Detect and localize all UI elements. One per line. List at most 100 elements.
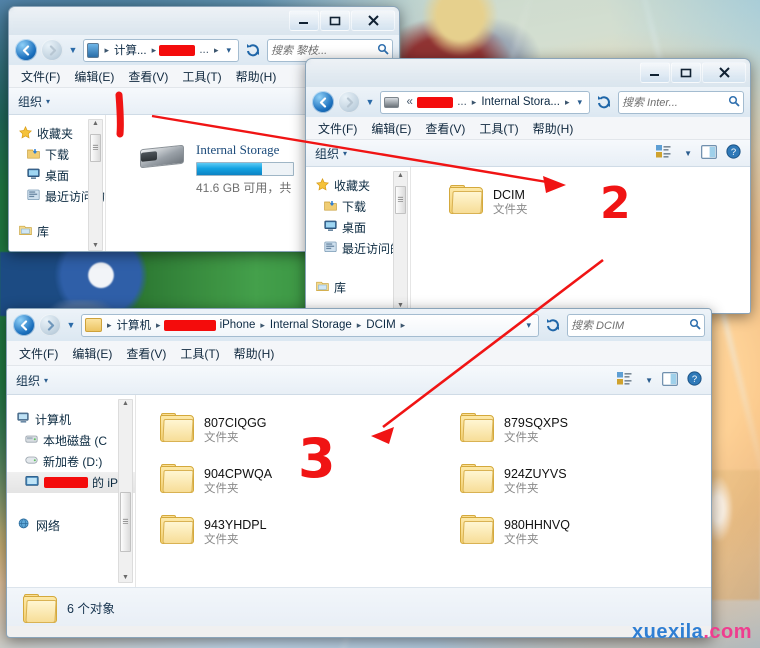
organize-button[interactable]: 组织 xyxy=(315,145,339,162)
window2-content[interactable]: DCIM 文件夹 xyxy=(411,167,750,313)
breadcrumb-computer[interactable]: 计算机 xyxy=(115,317,154,333)
menu-file[interactable]: 文件(F) xyxy=(19,345,58,362)
list-item[interactable]: 879SQXPS 文件夹 xyxy=(460,413,711,446)
back-button[interactable] xyxy=(15,39,37,61)
address-bar[interactable]: ▸ 计算... ▸ ... ▸ ▾ xyxy=(83,38,239,62)
breadcrumb-iphone[interactable]: iPhone xyxy=(218,319,258,331)
menu-help[interactable]: 帮助(H) xyxy=(234,345,275,362)
menu-tools[interactable]: 工具(T) xyxy=(182,68,221,85)
address-bar[interactable]: « ... ▸ Internal Stora... ▸ ▾ xyxy=(380,90,590,114)
scroll-up-icon[interactable]: ▲ xyxy=(92,120,99,128)
search-input[interactable]: 搜索 黎枝... xyxy=(271,42,377,58)
nav-item-iphone[interactable]: 的 iP xyxy=(7,472,135,493)
window1-titlebar[interactable] xyxy=(9,7,399,35)
search-input[interactable]: 搜索 DCIM xyxy=(571,317,689,333)
breadcrumb-overflow[interactable]: « xyxy=(404,96,414,108)
address-dropdown-icon[interactable]: ▾ xyxy=(572,97,587,108)
forward-button[interactable] xyxy=(39,314,61,336)
navigation-scrollbar[interactable]: ▲ ☰ ▼ xyxy=(118,399,133,583)
list-item[interactable]: 980HHNVQ 文件夹 xyxy=(460,515,711,548)
window3-commandbar-right[interactable]: ▼ ? xyxy=(617,371,702,389)
chevron-down-icon[interactable]: ▾ xyxy=(343,149,347,158)
back-button[interactable] xyxy=(13,314,35,336)
nav-item-local-disk-c[interactable]: 本地磁盘 (C xyxy=(7,430,135,451)
breadcrumb-internal-storage[interactable]: Internal Storage xyxy=(268,319,354,331)
scroll-down-icon[interactable]: ▼ xyxy=(92,242,99,250)
maximize-button[interactable] xyxy=(320,10,350,31)
breadcrumb-computer[interactable]: 计算... xyxy=(112,42,149,58)
help-icon[interactable]: ? xyxy=(726,144,741,162)
minimize-button[interactable] xyxy=(289,10,319,31)
maximize-button[interactable] xyxy=(671,62,701,83)
menu-edit[interactable]: 编辑(E) xyxy=(371,120,411,137)
menu-view[interactable]: 查看(V) xyxy=(126,345,166,362)
close-button[interactable] xyxy=(702,62,746,83)
back-button[interactable] xyxy=(312,91,334,113)
breadcrumb-dcim[interactable]: DCIM xyxy=(364,319,397,331)
internal-storage-window[interactable]: ▼ « ... ▸ Internal Stora... ▸ ▾ 搜索 Inter… xyxy=(305,58,751,314)
refresh-button[interactable] xyxy=(243,40,263,61)
menu-edit[interactable]: 编辑(E) xyxy=(74,68,114,85)
window3-menubar[interactable]: 文件(F) 编辑(E) 查看(V) 工具(T) 帮助(H) xyxy=(7,341,711,366)
scroll-up-icon[interactable]: ▲ xyxy=(397,172,404,180)
window2-address-row[interactable]: ▼ « ... ▸ Internal Stora... ▸ ▾ 搜索 Inter… xyxy=(306,87,750,117)
menu-help[interactable]: 帮助(H) xyxy=(533,120,574,137)
breadcrumb-device-ellipsis[interactable]: ... xyxy=(455,96,469,108)
scrollbar-thumb[interactable]: ☰ xyxy=(120,492,131,552)
breadcrumb-internal-storage[interactable]: Internal Stora... xyxy=(479,96,562,108)
search-box[interactable]: 搜索 Inter... xyxy=(618,90,744,114)
window2-commandbar-right[interactable]: ▼ ? xyxy=(656,144,741,162)
minimize-button[interactable] xyxy=(640,62,670,83)
history-dropdown-icon[interactable]: ▼ xyxy=(67,45,79,55)
views-chevron-icon[interactable]: ▼ xyxy=(684,149,692,158)
navigation-scrollbar[interactable]: ▲ ☰ ▼ xyxy=(393,171,408,311)
window3-commandbar[interactable]: 组织 ▾ ▼ ? xyxy=(7,366,711,395)
menu-tools[interactable]: 工具(T) xyxy=(479,120,518,137)
window3-content[interactable]: 807CIQGG 文件夹 879SQXPS 文件夹 904CPWQA 文件夹 9… xyxy=(136,395,711,587)
dcim-window[interactable]: ▼ ▸ 计算机 ▸ iPhone ▸ Internal Storage ▸ DC… xyxy=(6,308,712,638)
refresh-button[interactable] xyxy=(543,315,563,336)
views-icon[interactable] xyxy=(656,145,671,161)
navigation-scrollbar[interactable]: ▲ ☰ ▼ xyxy=(88,119,103,251)
list-item[interactable]: 943YHDPL 文件夹 xyxy=(160,515,460,548)
list-item[interactable]: 924ZUYVS 文件夹 xyxy=(460,464,711,497)
window3-address-row[interactable]: ▼ ▸ 计算机 ▸ iPhone ▸ Internal Storage ▸ DC… xyxy=(7,309,711,341)
window1-navigation-pane[interactable]: 收藏夹 下载 桌面 最近访问的 库 ▲ ☰ ▼ xyxy=(9,115,106,251)
refresh-button[interactable] xyxy=(594,92,614,113)
nav-item-network[interactable]: 网络 xyxy=(7,515,135,536)
preview-pane-icon[interactable] xyxy=(701,144,717,162)
window2-menubar[interactable]: 文件(F) 编辑(E) 查看(V) 工具(T) 帮助(H) xyxy=(306,117,750,140)
window2-navigation-pane[interactable]: 收藏夹 下载 桌面 最近访问的 库 ▲ ☰ ▼ xyxy=(306,167,411,313)
search-box[interactable]: 搜索 DCIM xyxy=(567,313,705,337)
scroll-down-icon[interactable]: ▼ xyxy=(122,574,129,582)
close-button[interactable] xyxy=(351,10,395,31)
scroll-up-icon[interactable]: ▲ xyxy=(122,400,129,408)
menu-view[interactable]: 查看(V) xyxy=(128,68,168,85)
menu-tools[interactable]: 工具(T) xyxy=(180,345,219,362)
chevron-down-icon[interactable]: ▾ xyxy=(44,376,48,385)
menu-file[interactable]: 文件(F) xyxy=(318,120,357,137)
window1-controls[interactable] xyxy=(289,10,395,31)
chevron-down-icon[interactable]: ▾ xyxy=(46,97,50,106)
forward-button[interactable] xyxy=(338,91,360,113)
help-icon[interactable]: ? xyxy=(687,371,702,389)
window2-titlebar[interactable] xyxy=(306,59,750,87)
organize-button[interactable]: 组织 xyxy=(16,372,40,389)
address-dropdown-icon[interactable]: ▾ xyxy=(521,320,536,331)
window2-commandbar[interactable]: 组织 ▾ ▼ ? xyxy=(306,140,750,167)
breadcrumb-device-ellipsis[interactable]: ... xyxy=(197,44,211,56)
window3-navigation-pane[interactable]: 计算机 本地磁盘 (C 新加卷 (D:) 的 iP 网络 ▲ ☰ ▼ xyxy=(7,395,136,587)
history-dropdown-icon[interactable]: ▼ xyxy=(364,97,376,107)
menu-view[interactable]: 查看(V) xyxy=(425,120,465,137)
nav-item-new-volume-d[interactable]: 新加卷 (D:) xyxy=(7,451,135,472)
search-input[interactable]: 搜索 Inter... xyxy=(622,94,728,110)
address-bar[interactable]: ▸ 计算机 ▸ iPhone ▸ Internal Storage ▸ DCIM… xyxy=(81,313,539,337)
nav-item-computer[interactable]: 计算机 xyxy=(7,409,135,430)
window2-controls[interactable] xyxy=(640,62,746,83)
scrollbar-thumb[interactable]: ☰ xyxy=(395,186,406,214)
menu-file[interactable]: 文件(F) xyxy=(21,68,60,85)
preview-pane-icon[interactable] xyxy=(662,371,678,389)
menu-help[interactable]: 帮助(H) xyxy=(236,68,277,85)
menu-edit[interactable]: 编辑(E) xyxy=(72,345,112,362)
views-chevron-icon[interactable]: ▼ xyxy=(645,376,653,385)
